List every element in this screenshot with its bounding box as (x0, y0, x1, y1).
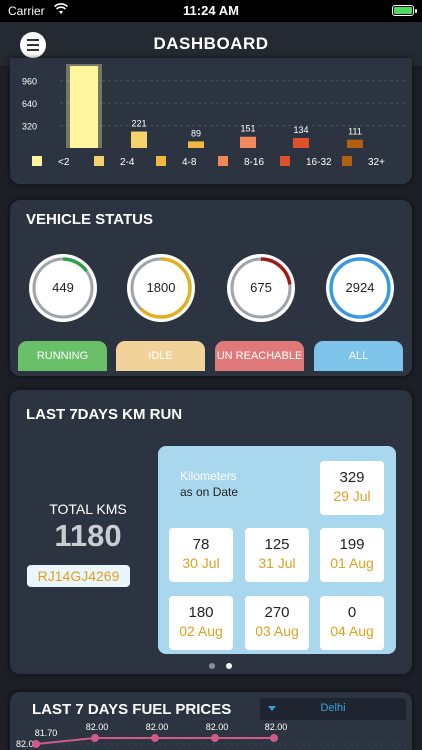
fuel-point-label: 82.00 (265, 722, 288, 732)
hist-bar-value: 134 (293, 125, 308, 135)
km-day-tile: 199 01 Aug (320, 528, 384, 582)
hist-bar-value: 89 (191, 128, 201, 138)
hist-legend-label: <2 (58, 157, 70, 168)
km-panel-sub: as on Date (180, 485, 239, 499)
total-kms-value: 1180 (54, 518, 122, 553)
km-day-tile: 78 30 Jul (169, 528, 233, 582)
status-button-all[interactable]: ALL (314, 341, 403, 371)
status-button-running[interactable]: RUNNING (18, 341, 107, 371)
fuel-point[interactable] (151, 734, 159, 742)
vehicle-status-card: VEHICLE STATUS 449 RUNNING 1800 IDLE 675 UN R… (10, 200, 412, 376)
gauge-value: 2924 (345, 280, 375, 295)
hist-y-tick: 640 (22, 99, 37, 109)
fuel-point[interactable] (211, 734, 219, 742)
km-run-card: LAST 7DAYS KM RUN TOTAL KMS 1180 RJ14GJ4… (10, 390, 412, 674)
hist-legend-swatch (32, 156, 42, 166)
km-day-value: 329 (339, 469, 365, 486)
clock: 11:24 AM (183, 3, 239, 18)
km-day-date: 31 Jul (258, 555, 296, 571)
hist-legend-label: 2-4 (120, 157, 135, 168)
hist-bar[interactable] (70, 66, 98, 148)
km-day-date: 02 Aug (179, 623, 223, 639)
city-dropdown[interactable]: Delhi (260, 698, 406, 720)
city-dropdown-value: Delhi (320, 702, 346, 714)
hist-bar[interactable] (347, 139, 363, 148)
duration-histogram-card: 960 640 320 <2 221 2-4 89 4-8 151 8-16 134 16-32 111… (10, 58, 412, 184)
gauge-value: 1800 (146, 280, 176, 295)
status-gauge-all[interactable]: 2924 (325, 253, 395, 323)
km-day-value: 125 (264, 536, 290, 553)
hist-bar-value: 111 (348, 127, 362, 137)
hist-legend-label: 16-32 (306, 157, 332, 168)
vehicle-number-badge[interactable]: RJ14GJ4269 (27, 565, 130, 587)
page-title: DASHBOARD (153, 34, 269, 53)
km-day-date: 30 Jul (182, 555, 220, 571)
km-run-title: LAST 7DAYS KM RUN (26, 406, 183, 423)
km-day-tile: 125 31 Jul (245, 528, 309, 582)
fuel-point-label: 82.00 (146, 722, 169, 732)
hist-legend-swatch (94, 156, 104, 166)
hist-legend-swatch (156, 156, 166, 166)
status-gauge-un-reachable[interactable]: 675 (226, 253, 296, 323)
status-button-un-reachable[interactable]: UN REACHABLE (215, 341, 304, 371)
hist-legend-swatch (342, 156, 352, 166)
page-dot-2[interactable] (226, 663, 232, 669)
km-day-value: 0 (347, 604, 357, 621)
km-day-tile: 329 29 Jul (320, 461, 384, 515)
hist-legend-swatch (280, 156, 290, 166)
km-day-date: 29 Jul (333, 488, 371, 504)
km-day-tile: 0 04 Aug (320, 596, 384, 650)
hist-legend-label: 8-16 (244, 157, 264, 168)
hist-y-tick: 320 (22, 122, 37, 132)
km-day-date: 01 Aug (330, 555, 374, 571)
status-gauge-running[interactable]: 449 (28, 253, 98, 323)
fuel-point-label: 81.70 (35, 728, 58, 738)
hist-bar-value: 221 (131, 119, 146, 129)
fuel-point-label: 82.00 (206, 722, 229, 732)
gauge-value: 675 (250, 280, 272, 295)
fuel-point-label: 82.00 (86, 722, 109, 732)
km-panel-label: Kilometers (180, 469, 237, 483)
fuel-prices-card: 82.0 81.70 82.00 82.00 82.00 82.00 LAST 7 DAY… (10, 692, 412, 750)
km-day-tile: 180 02 Aug (169, 596, 233, 650)
status-button-idle[interactable]: IDLE (116, 341, 205, 371)
status-bar: Carrier 11:24 AM (0, 0, 422, 22)
hist-y-tick: 960 (22, 77, 37, 87)
hist-bar[interactable] (240, 136, 256, 148)
hist-bar[interactable] (293, 138, 309, 148)
hist-legend-swatch (218, 156, 228, 166)
fuel-y-tick: 82.0 (16, 739, 34, 749)
hist-bar[interactable] (131, 131, 147, 148)
hist-bar-value: 151 (240, 124, 255, 134)
hist-legend-label: 4-8 (182, 157, 197, 168)
fuel-point[interactable] (91, 734, 99, 742)
km-day-value: 180 (188, 604, 214, 621)
km-day-tile: 270 03 Aug (245, 596, 309, 650)
battery-icon (392, 5, 417, 16)
total-kms-label: TOTAL KMS (49, 501, 127, 517)
km-day-date: 04 Aug (330, 623, 374, 639)
gauge-value: 449 (52, 280, 74, 295)
km-day-value: 270 (264, 604, 290, 621)
fuel-point[interactable] (270, 734, 278, 742)
hist-legend-label: 32+ (368, 157, 385, 168)
hist-bar[interactable] (188, 141, 204, 148)
km-day-date: 03 Aug (255, 623, 299, 639)
km-day-value: 199 (339, 536, 365, 553)
duration-histogram-chart: 960 640 320 <2 221 2-4 89 4-8 151 8-16 134 16-32 111… (22, 64, 406, 168)
page-dot-1[interactable] (209, 663, 215, 669)
status-gauge-idle[interactable]: 1800 (126, 253, 196, 323)
km-panel: Kilometers as on Date 329 29 Jul 78 30 Jul 1… (158, 446, 396, 654)
fuel-prices-title: LAST 7 DAYS FUEL PRICES (32, 701, 232, 718)
km-day-value: 78 (192, 536, 210, 553)
vehicle-status-title: VEHICLE STATUS (26, 211, 153, 228)
fuel-point[interactable] (32, 740, 40, 748)
